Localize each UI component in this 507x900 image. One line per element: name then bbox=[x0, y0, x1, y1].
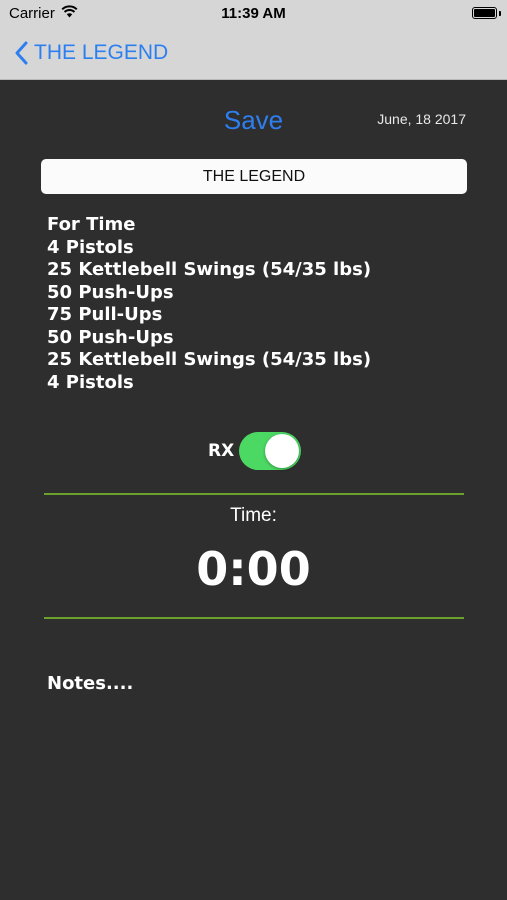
rx-label: RX bbox=[208, 441, 235, 461]
workout-line: 75 Pull-Ups bbox=[47, 304, 163, 325]
workout-date: June, 18 2017 bbox=[377, 111, 466, 127]
divider-top bbox=[44, 493, 464, 495]
workout-description: For Time 4 Pistols 25 Kettlebell Swings … bbox=[47, 214, 371, 394]
battery-tip bbox=[499, 11, 501, 16]
navigation-bar: THE LEGEND bbox=[0, 28, 507, 80]
workout-line: For Time bbox=[47, 214, 136, 235]
battery-icon bbox=[472, 7, 497, 19]
workout-line: 50 Push-Ups bbox=[47, 281, 174, 303]
chevron-left-icon bbox=[15, 41, 28, 65]
back-button[interactable]: THE LEGEND bbox=[14, 39, 168, 67]
notes-field[interactable]: Notes.... bbox=[47, 673, 467, 873]
workout-line: 25 Kettlebell Swings (54/35 lbs) bbox=[47, 259, 372, 280]
clock: 11:39 AM bbox=[221, 5, 286, 22]
workout-line: 4 Pistols bbox=[47, 371, 134, 393]
divider-bottom bbox=[44, 617, 464, 619]
time-value[interactable]: 0:00 bbox=[0, 542, 507, 596]
workout-line: 50 Push-Ups bbox=[47, 326, 174, 348]
time-label: Time: bbox=[230, 505, 277, 526]
toggle-knob bbox=[265, 434, 299, 468]
rx-toggle[interactable] bbox=[239, 432, 301, 470]
save-button[interactable]: Save bbox=[224, 105, 283, 135]
workout-title-field[interactable] bbox=[41, 159, 467, 194]
workout-line: 25 Kettlebell Swings (54/35 lbs) bbox=[47, 349, 372, 370]
workout-line: 4 Pistols bbox=[47, 236, 134, 258]
status-bar: Carrier 11:39 AM bbox=[0, 0, 507, 28]
back-button-label: THE LEGEND bbox=[34, 41, 169, 64]
